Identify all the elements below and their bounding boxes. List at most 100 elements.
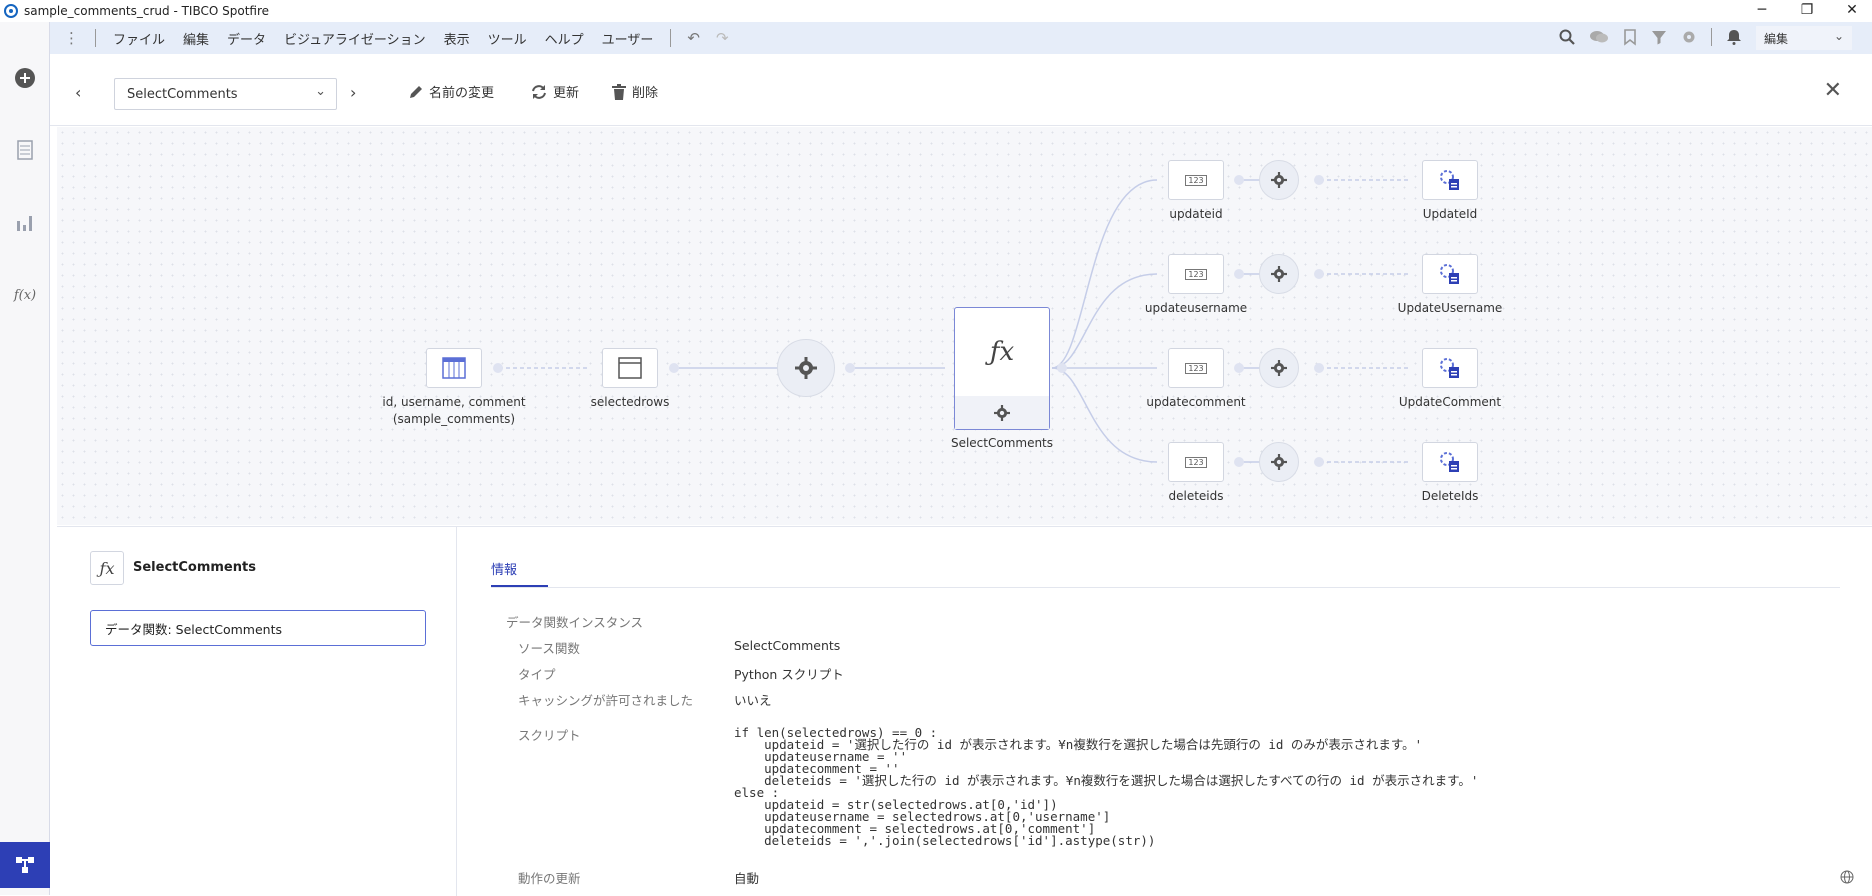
menu-edit[interactable]: 編集 bbox=[174, 29, 218, 48]
filter-icon[interactable] bbox=[1651, 29, 1667, 45]
type-label: タイプ bbox=[518, 667, 556, 682]
data-canvas-button[interactable] bbox=[0, 842, 50, 888]
updatecomment-target-label: UpdateComment bbox=[1398, 395, 1502, 409]
table-icon bbox=[442, 357, 466, 379]
comments-icon[interactable] bbox=[1589, 29, 1609, 45]
gear-icon bbox=[1271, 454, 1287, 470]
spotfire-logo-icon bbox=[4, 4, 18, 18]
deleteids-value-node[interactable]: 123 bbox=[1168, 442, 1224, 482]
functions-button[interactable]: f(x) bbox=[0, 275, 50, 315]
window-titlebar: sample_comments_crud - TIBCO Spotfire ─ … bbox=[0, 0, 1872, 22]
fx-icon: f(x) bbox=[13, 287, 37, 303]
refresh-icon bbox=[532, 84, 546, 99]
gear-icon bbox=[1271, 266, 1287, 282]
deleteids-target-node[interactable] bbox=[1422, 442, 1478, 482]
bookmark-icon[interactable] bbox=[1623, 29, 1637, 46]
refresh-label: 更新 bbox=[553, 86, 580, 101]
bar-chart-icon bbox=[17, 216, 32, 231]
menu-user[interactable]: ユーザー bbox=[593, 29, 663, 48]
caching-label: キャッシングが許可されました bbox=[518, 693, 694, 708]
number-value-icon: 123 bbox=[1185, 362, 1207, 374]
menu-data[interactable]: データ bbox=[218, 29, 275, 48]
rows-icon bbox=[618, 357, 642, 379]
updatecomment-label: updatecomment bbox=[1146, 395, 1246, 409]
menu-help[interactable]: ヘルプ bbox=[536, 29, 593, 48]
rename-button[interactable]: 名前の変更 bbox=[409, 82, 494, 101]
data-canvas-icon bbox=[16, 857, 34, 873]
deleteids-gear-node[interactable] bbox=[1259, 442, 1299, 482]
updateusername-gear-node[interactable] bbox=[1259, 254, 1299, 294]
updatecomment-target-node[interactable] bbox=[1422, 348, 1478, 388]
updateusername-value-node[interactable]: 123 bbox=[1168, 254, 1224, 294]
visualizations-button[interactable] bbox=[0, 202, 50, 242]
data-canvas: id, username, comment (sample_comments) … bbox=[57, 127, 1872, 525]
gear-icon bbox=[1271, 360, 1287, 376]
settings-gear-icon[interactable] bbox=[1681, 29, 1697, 45]
script-code: if len(selectedrows) == 0 : updateid = '… bbox=[734, 725, 1479, 848]
previous-icon[interactable]: ‹ bbox=[75, 83, 81, 102]
detail-right-pane: 情報 データ関数インスタンス ソース関数 SelectComments タイプ … bbox=[458, 527, 1872, 896]
refresh-button[interactable]: 更新 bbox=[531, 82, 579, 101]
updateid-label: updateid bbox=[1169, 207, 1223, 221]
close-window-button[interactable]: ✕ bbox=[1829, 0, 1872, 22]
tab-info[interactable]: 情報 bbox=[491, 559, 517, 578]
data-function-list-item[interactable]: データ関数: SelectComments bbox=[90, 610, 426, 646]
menu-file[interactable]: ファイル bbox=[104, 29, 174, 48]
gear-icon bbox=[994, 404, 1010, 421]
search-icon[interactable] bbox=[1559, 29, 1575, 45]
more-vertical-icon[interactable]: ⋮ bbox=[64, 29, 79, 47]
delete-button[interactable]: 削除 bbox=[612, 82, 658, 101]
caching-value: いいえ bbox=[734, 693, 772, 708]
close-panel-icon[interactable]: ✕ bbox=[1824, 78, 1842, 103]
rename-label: 名前の変更 bbox=[429, 86, 495, 101]
divider bbox=[95, 29, 96, 47]
updatecomment-value-node[interactable]: 123 bbox=[1168, 348, 1224, 388]
minimize-button[interactable]: ─ bbox=[1739, 0, 1785, 22]
divider bbox=[670, 29, 672, 47]
next-icon[interactable]: › bbox=[350, 83, 356, 102]
globe-icon[interactable] bbox=[1840, 870, 1854, 884]
trash-icon bbox=[612, 83, 626, 100]
type-value: Python スクリプト bbox=[734, 667, 844, 682]
updateid-value-node[interactable]: 123 bbox=[1168, 160, 1224, 200]
updateid-target-node[interactable] bbox=[1422, 160, 1478, 200]
tab-divider bbox=[491, 587, 1840, 588]
delete-label: 削除 bbox=[632, 86, 659, 101]
add-button[interactable] bbox=[0, 58, 50, 98]
gear-icon bbox=[1271, 172, 1287, 188]
selectedrows-label: selectedrows bbox=[590, 395, 670, 409]
detail-left-pane: ƒx SelectComments データ関数: SelectComments bbox=[57, 527, 457, 896]
source-table-node[interactable] bbox=[426, 348, 482, 388]
source-function-value: SelectComments bbox=[734, 638, 841, 653]
updateusername-label: updateusername bbox=[1144, 301, 1248, 315]
fx-icon: ƒx bbox=[90, 551, 124, 585]
source-table-label: id, username, comment (sample_comments) bbox=[374, 394, 534, 428]
updateusername-target-label: UpdateUsername bbox=[1397, 301, 1503, 315]
selectedrows-node[interactable] bbox=[602, 348, 658, 388]
notifications-bell-icon[interactable] bbox=[1726, 29, 1742, 45]
menu-visualization[interactable]: ビジュアライゼーション bbox=[275, 29, 435, 48]
menu-view[interactable]: 表示 bbox=[435, 29, 479, 48]
updateid-gear-node[interactable] bbox=[1259, 160, 1299, 200]
restore-button[interactable]: ❐ bbox=[1784, 0, 1830, 22]
divider bbox=[1711, 28, 1712, 46]
function-select-dropdown[interactable]: SelectComments ⌄ bbox=[114, 78, 337, 110]
function-select-value: SelectComments bbox=[127, 86, 238, 102]
updatecomment-gear-node[interactable] bbox=[1259, 348, 1299, 388]
function-settings-area[interactable] bbox=[955, 396, 1049, 429]
menu-tools[interactable]: ツール bbox=[479, 29, 536, 48]
pages-button[interactable] bbox=[0, 130, 50, 170]
edit-mode-dropdown[interactable]: 編集 ⌄ bbox=[1756, 26, 1852, 50]
redo-icon[interactable]: ↷ bbox=[716, 29, 729, 47]
gear-icon bbox=[795, 357, 817, 379]
updateusername-target-node[interactable] bbox=[1422, 254, 1478, 294]
transform-gear-node[interactable] bbox=[777, 339, 835, 397]
function-node-label: SelectComments bbox=[950, 436, 1054, 450]
fx-icon: ƒx bbox=[989, 337, 1015, 367]
select-comments-function-node[interactable]: ƒx bbox=[954, 307, 1050, 430]
deleteids-label: deleteids bbox=[1168, 489, 1224, 503]
window-title: sample_comments_crud - TIBCO Spotfire bbox=[24, 4, 270, 18]
chevron-down-icon: ⌄ bbox=[1833, 29, 1844, 43]
number-value-icon: 123 bbox=[1185, 456, 1207, 468]
undo-icon[interactable]: ↶ bbox=[687, 29, 700, 47]
